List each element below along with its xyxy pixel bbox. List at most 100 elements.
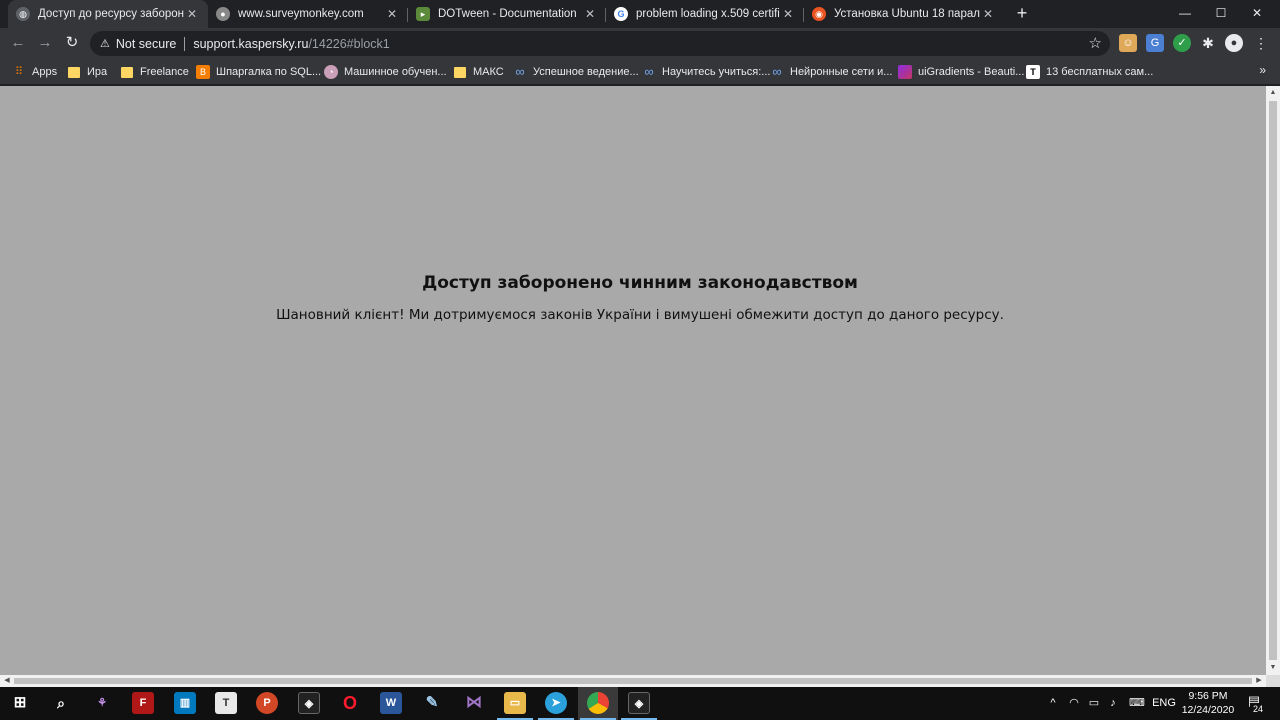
page-heading: Доступ заборонено чинним законодавством [422,273,858,293]
word-icon[interactable]: W [380,692,402,714]
browser-toolbar: ← → ↻ ⚠ Not secure support.kaspersky.ru … [0,28,1280,59]
tab-dotween[interactable]: ▸ DOTween - Documentation ✕ [408,0,606,28]
bookmark-label: 13 бесплатных сам... [1046,66,1154,78]
bookmarks-overflow-chevron-icon[interactable]: » [1259,63,1266,77]
bookmark-label: Успешное ведение... [533,66,639,78]
tab-strip: ◍ Доступ до ресурсу заборонено ✕ ● www.s… [0,0,1280,28]
folder-icon [121,66,133,78]
show-hidden-icons-chevron-icon[interactable]: ^ [1044,687,1062,720]
menu-kebab-icon[interactable]: ⋮ [1252,34,1270,52]
scroll-up-arrow-icon[interactable]: ▲ [1266,86,1280,100]
bookmark-uigradients[interactable]: uiGradients - Beauti... [898,63,1024,81]
new-tab-button[interactable]: + [1012,2,1032,26]
vertical-scroll-thumb[interactable] [1269,101,1277,660]
tab-ubuntu[interactable]: ◉ Установка Ubuntu 18 параллельно ✕ [804,0,1004,28]
globe-icon: ◍ [16,7,30,21]
unity-hub-icon[interactable]: ◈ [628,692,650,714]
security-status[interactable]: Not secure [116,37,176,51]
bookmark-sql-cheatsheet[interactable]: B Шпаргалка по SQL... [196,63,321,81]
powerpoint-icon[interactable]: P [256,692,278,714]
folder-icon [454,66,466,78]
page-message: Шановний клієнт! Ми дотримуємося законів… [276,307,1004,323]
chrome-icon[interactable] [587,692,609,714]
trello-icon[interactable]: ▥ [174,692,196,714]
url-path[interactable]: /14226#block1 [308,37,389,51]
windows-start-icon[interactable]: ⊞ [9,692,31,714]
unity-icon[interactable]: ◈ [298,692,320,714]
wifi-icon[interactable]: ◠ [1064,687,1084,720]
infinity-icon: ∞ [644,64,654,79]
telegram-icon[interactable]: ➤ [545,692,567,714]
bookmark-folder-freelance[interactable]: Freelance [121,63,189,81]
divider [184,36,186,51]
horizontal-scroll-thumb[interactable] [14,678,1252,684]
bookmark-folder-ira[interactable]: Ира [68,63,107,81]
google-icon: G [614,7,628,21]
uigradients-icon [898,65,912,79]
ubuntu-icon: ◉ [812,7,826,21]
bookmark-free-courses[interactable]: T 13 бесплатных сам... [1026,63,1153,81]
search-icon[interactable]: ⌕ [50,692,72,714]
opera-icon[interactable]: O [339,692,361,714]
infinity-icon: ∞ [772,64,782,79]
warning-icon[interactable]: ⚠ [100,37,110,50]
tab-title: www.surveymonkey.com [238,8,364,20]
extension-profile-icon[interactable]: ☺ [1119,34,1137,52]
address-bar[interactable]: ⚠ Not secure support.kaspersky.ru /14226… [90,31,1110,56]
file-explorer-icon[interactable]: ▭ [504,692,526,714]
tab-title: Доступ до ресурсу заборонено [38,8,184,20]
reload-button[interactable]: ↻ [60,32,84,56]
bookmark-folder-maks[interactable]: МАКС [454,63,504,81]
tab-title: problem loading x.509 certificate [636,8,780,20]
tab-close-icon[interactable]: ✕ [582,7,598,21]
tab-close-icon[interactable]: ✕ [780,7,796,21]
bookmark-machine-learning[interactable]: ◔ Машинное обучен... [324,63,447,81]
paint-icon[interactable]: ✎ [421,692,443,714]
keyboard-icon[interactable]: ⌨ [1124,687,1150,720]
vertical-scrollbar[interactable]: ▲ ▼ [1266,86,1280,675]
dotween-icon: ▸ [416,7,430,21]
bookmark-apps[interactable]: ⠿ Apps [12,63,57,81]
back-button[interactable]: ← [6,32,30,56]
taskbar-clock[interactable]: 9:56 PM 12/24/2020 [1178,689,1238,717]
notification-count-badge: 24 [1250,703,1266,715]
profile-avatar-icon[interactable]: ● [1225,34,1243,52]
tab-x509[interactable]: G problem loading x.509 certificate ✕ [606,0,804,28]
extensions-puzzle-icon[interactable]: ✱ [1199,34,1217,52]
tab-access-denied[interactable]: ◍ Доступ до ресурсу заборонено ✕ [8,0,208,28]
close-window-button[interactable]: ✕ [1234,0,1280,28]
tab-surveymonkey[interactable]: ● www.surveymonkey.com ✕ [208,0,408,28]
typora-icon[interactable]: T [215,692,237,714]
scroll-right-arrow-icon[interactable]: ▶ [1252,675,1266,687]
translate-extension-icon[interactable]: G [1146,34,1164,52]
app-launcher-icon[interactable]: ⚘ [91,692,113,714]
scroll-left-arrow-icon[interactable]: ◀ [0,675,14,687]
url-host[interactable]: support.kaspersky.ru [193,37,308,51]
bookmark-neural-networks[interactable]: ∞ Нейронные сети и... [770,63,892,81]
bookmark-label: МАКС [473,66,504,78]
tab-close-icon[interactable]: ✕ [980,7,996,21]
tab-close-icon[interactable]: ✕ [384,7,400,21]
bookmark-label: Машинное обучен... [344,66,447,78]
page-content: Доступ заборонено чинним законодавством … [0,86,1266,675]
volume-icon[interactable]: ♪ [1104,687,1122,720]
shield-extension-icon[interactable]: ✓ [1173,34,1191,52]
bookmark-label: Apps [32,66,58,78]
clock-date: 12/24/2020 [1181,704,1235,716]
scrollbar-corner [1266,675,1280,687]
tab-close-icon[interactable]: ✕ [184,7,200,21]
visual-studio-icon[interactable]: ⋈ [463,692,485,714]
tab-title: Установка Ubuntu 18 параллельно [834,8,980,20]
language-indicator[interactable]: ENG [1151,687,1177,720]
bookmark-learn-to-learn[interactable]: ∞ Научитесь учиться:... [642,63,770,81]
clock-time: 9:56 PM [1188,690,1228,702]
scroll-down-arrow-icon[interactable]: ▼ [1266,661,1280,675]
horizontal-scrollbar[interactable]: ◀ ▶ [0,675,1266,687]
surveymonkey-icon: ● [216,7,230,21]
bookmark-successful[interactable]: ∞ Успешное ведение... [513,63,639,81]
filezilla-icon[interactable]: F [132,692,154,714]
apps-grid-icon: ⠿ [14,66,24,78]
forward-button[interactable]: → [33,32,57,56]
battery-icon[interactable]: ▭ [1084,687,1104,720]
bookmark-star-icon[interactable]: ☆ [1089,34,1102,52]
